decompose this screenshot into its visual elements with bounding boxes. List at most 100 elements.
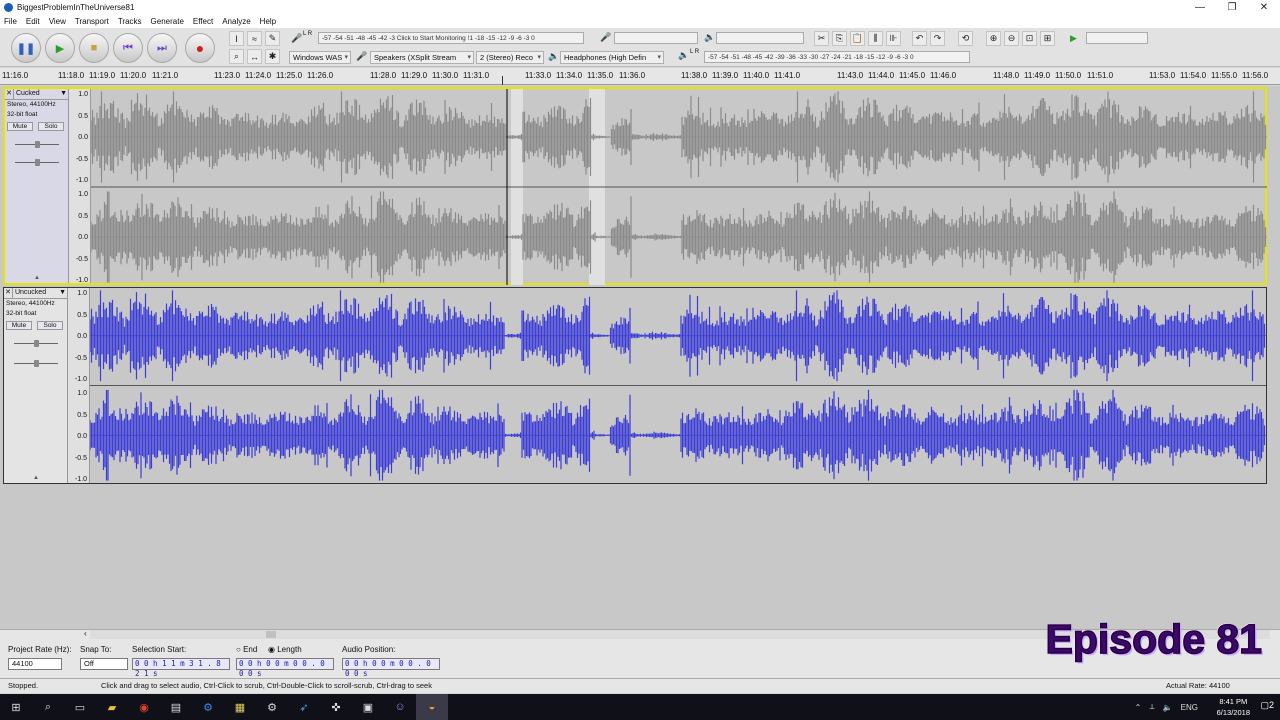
redo-button[interactable]: ↷ [930, 31, 945, 46]
menu-generate[interactable]: Generate [151, 17, 184, 26]
record-button[interactable]: ● [185, 33, 215, 63]
trim-button[interactable]: ⫼ [868, 31, 883, 46]
draw-tool[interactable]: ✎ [265, 31, 280, 46]
multi-tool[interactable]: ✱ [265, 49, 280, 64]
tray-up-icon[interactable]: ⌃ [1135, 703, 1142, 712]
sync-lock-button[interactable]: ⟲ [958, 31, 973, 46]
menu-view[interactable]: View [49, 17, 66, 26]
vertical-scale[interactable]: 1.0 0.5 0.0 -0.5 -1.0 1.0 0.5 0.0 -0.5 -1.0 [69, 89, 91, 284]
close-button[interactable]: ✕ [1248, 0, 1280, 15]
snap-to-select[interactable]: Off [80, 658, 128, 670]
timeshift-tool[interactable]: ↔ [247, 49, 262, 64]
gain-knob[interactable] [35, 141, 40, 148]
solo-button[interactable]: Solo [38, 122, 64, 131]
playback-volume-slider[interactable] [716, 32, 804, 44]
minimize-button[interactable]: — [1184, 0, 1216, 15]
menu-file[interactable]: File [4, 17, 17, 26]
start-button[interactable]: ⊞ [0, 694, 32, 720]
track-name-menu[interactable]: ✕ Cucked ▼ [5, 89, 69, 100]
solo-button[interactable]: Solo [37, 321, 63, 330]
taskbar-settings[interactable]: ⚙ [256, 694, 288, 720]
collapse-track-icon[interactable]: ▲ [31, 275, 43, 281]
copy-button[interactable]: ⎘ [832, 31, 847, 46]
zoom-tool[interactable]: ⌕ [229, 49, 244, 64]
timeline-ruler[interactable]: 11:16.0 11:18.0 11:19.0 11:20.0 11:21.0 11:23… [0, 68, 1280, 85]
undo-button[interactable]: ↶ [912, 31, 927, 46]
record-meter[interactable]: -57 -54 -51 -48 -45 -42 -3 Click to Star… [318, 32, 584, 44]
zoom-out-button[interactable]: ⊖ [1004, 31, 1019, 46]
scrollbar-thumb[interactable] [266, 631, 276, 638]
taskbar-app[interactable]: ▤ [160, 694, 192, 720]
zoom-in-button[interactable]: ⊕ [986, 31, 1001, 46]
fit-selection-button[interactable]: ⊡ [1022, 31, 1037, 46]
taskbar-file-explorer[interactable]: ▰ [96, 694, 128, 720]
menu-analyze[interactable]: Analyze [222, 17, 250, 26]
collapse-track-icon[interactable]: ▲ [30, 475, 42, 481]
pan-knob[interactable] [35, 159, 40, 166]
fit-project-button[interactable]: ⊞ [1040, 31, 1055, 46]
play-at-speed-button[interactable]: ▶ [1066, 31, 1081, 46]
taskbar-app[interactable]: ➶ [288, 694, 320, 720]
menu-edit[interactable]: Edit [26, 17, 40, 26]
taskbar-app[interactable]: ▣ [352, 694, 384, 720]
taskbar-app[interactable]: ▦ [224, 694, 256, 720]
track-uncucked[interactable]: ✕ Uncucked ▼ Stereo, 44100Hz 32-bit floa… [3, 287, 1267, 484]
tray-volume-icon[interactable]: 🔈 [1163, 703, 1173, 712]
cut-button[interactable]: ✂ [814, 31, 829, 46]
menu-tracks[interactable]: Tracks [118, 17, 142, 26]
project-rate-select[interactable]: 44100 [8, 658, 62, 670]
gain-slider[interactable] [14, 340, 58, 347]
playhead-marker[interactable] [502, 76, 503, 85]
play-button[interactable]: ▶ [45, 33, 75, 63]
playback-device-select[interactable]: Headphones (High Defin [560, 51, 664, 64]
track-cucked[interactable]: ✕ Cucked ▼ Stereo, 44100Hz 32-bit float … [3, 87, 1267, 285]
pan-slider[interactable] [14, 360, 58, 367]
track-name-menu[interactable]: ✕ Uncucked ▼ [4, 288, 68, 299]
taskbar-audacity[interactable]: ◒ [416, 694, 448, 720]
silence-button[interactable]: ⊪ [886, 31, 901, 46]
pan-slider[interactable] [15, 159, 59, 166]
gain-knob[interactable] [34, 340, 39, 347]
maximize-button[interactable]: ❐ [1216, 0, 1248, 15]
recording-device-select[interactable]: Speakers (XSplit Stream [370, 51, 474, 64]
menu-help[interactable]: Help [260, 17, 276, 26]
play-speed-slider[interactable] [1086, 32, 1148, 44]
waveform-uncucked[interactable] [90, 288, 1266, 483]
mic-volume-slider[interactable] [614, 32, 698, 44]
stop-button[interactable]: ■ [79, 33, 109, 63]
skip-to-start-button[interactable]: ⏮ [113, 33, 143, 63]
gain-slider[interactable] [15, 141, 59, 148]
audio-host-select[interactable]: Windows WAS [289, 51, 351, 64]
pause-button[interactable]: ❚❚ [11, 33, 41, 63]
task-view-button[interactable]: ▭ [64, 694, 96, 720]
selection-start-field[interactable]: 0 0 h 1 1 m 3 1 . 8 2 1 s [132, 658, 230, 678]
close-track-icon[interactable]: ✕ [4, 288, 13, 298]
playback-meter[interactable]: -57 -54 -51 -48 -45 -42 -39 -36 -33 -30 … [704, 51, 970, 63]
selection-tool[interactable]: I [229, 31, 244, 46]
paste-button[interactable]: 📋 [850, 31, 865, 46]
skip-to-end-button[interactable]: ⏭ [147, 33, 177, 63]
length-radio[interactable]: ◉ Length [268, 645, 302, 654]
clock[interactable]: 8:41 PM 6/13/2018 [1217, 696, 1250, 718]
menu-transport[interactable]: Transport [75, 17, 109, 26]
taskbar-settings-app[interactable]: ⚙ [192, 694, 224, 720]
end-radio[interactable]: ○ End [236, 645, 257, 654]
taskbar-app[interactable]: ✜ [320, 694, 352, 720]
notification-button[interactable]: ▢2 [1260, 700, 1274, 711]
menu-effect[interactable]: Effect [193, 17, 213, 26]
waveform-cucked[interactable] [91, 89, 1267, 285]
vertical-scale[interactable]: 1.0 0.5 0.0 -0.5 -1.0 1.0 0.5 0.0 -0.5 -1.0 [68, 288, 90, 483]
recording-channels-select[interactable]: 2 (Stereo) Reco [476, 51, 544, 64]
scroll-left-icon[interactable]: ‹ [84, 629, 87, 638]
envelope-tool[interactable]: ≈ [247, 31, 262, 46]
tray-network-icon[interactable]: ⟂ [1149, 702, 1154, 712]
mute-button[interactable]: Mute [7, 122, 33, 131]
close-track-icon[interactable]: ✕ [5, 89, 14, 99]
taskbar-chrome[interactable]: ◉ [128, 694, 160, 720]
language-indicator[interactable]: ENG [1181, 703, 1198, 712]
search-button[interactable]: ⌕ [32, 694, 64, 720]
audio-position-field[interactable]: 0 0 h 0 0 m 0 0 . 0 0 0 s [342, 658, 440, 678]
pan-knob[interactable] [34, 360, 39, 367]
taskbar-discord[interactable]: ☺ [384, 694, 416, 720]
selection-length-field[interactable]: 0 0 h 0 0 m 0 0 . 0 0 0 s [236, 658, 334, 678]
